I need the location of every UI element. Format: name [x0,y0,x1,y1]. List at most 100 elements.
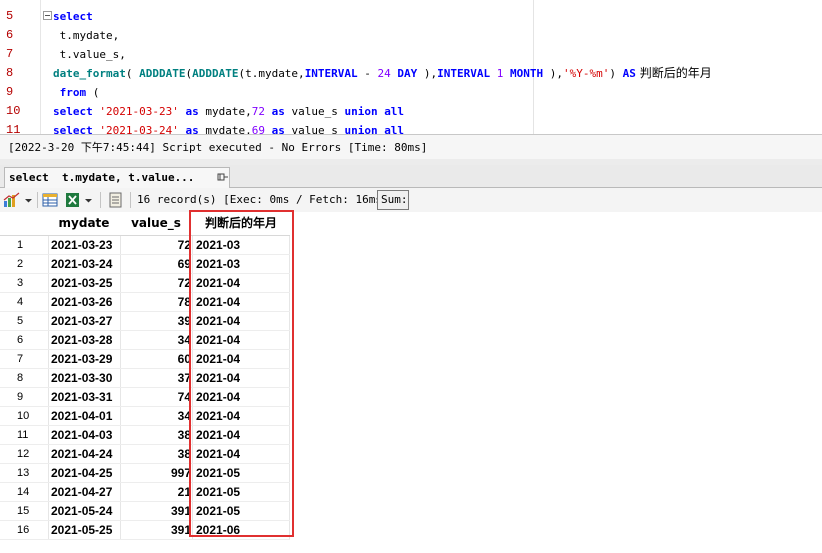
keyword: INTERVAL [437,67,491,80]
function-token: ADDDATE [192,67,239,80]
column-header-mydate[interactable]: mydate [48,212,120,235]
cell-year-month[interactable]: 2021-04 [192,407,290,426]
cell-year-month[interactable]: 2021-04 [192,350,290,369]
cell-year-month[interactable]: 2021-03 [192,236,290,255]
code-line: 6 t.mydate, [0,26,822,45]
table-row[interactable]: 15 2021-05-24 391 2021-05 [0,502,290,521]
table-row[interactable]: 10 2021-04-01 34 2021-04 [0,407,290,426]
grid-view-icon[interactable] [42,192,60,208]
cell-mydate[interactable]: 2021-04-01 [48,407,120,426]
table-row[interactable]: 12 2021-04-24 38 2021-04 [0,445,290,464]
cell-value-s[interactable]: 69 [120,255,192,274]
cell-year-month[interactable]: 2021-03 [192,255,290,274]
keyword: as [185,124,199,134]
row-number: 7 [17,353,24,365]
cell-year-month[interactable]: 2021-05 [192,464,290,483]
cell-year-month[interactable]: 2021-04 [192,426,290,445]
cell-mydate[interactable]: 2021-04-27 [48,483,120,502]
code-token: (t.mydate, [238,67,305,80]
cell-value-s[interactable]: 39 [120,312,192,331]
keyword: INTERVAL [304,67,358,80]
pin-icon[interactable] [217,172,229,182]
cell-value-s[interactable]: 21 [120,483,192,502]
cell-year-month[interactable]: 2021-04 [192,388,290,407]
code-line: 10 select '2021-03-23' as mydate,72 as v… [0,102,822,121]
cell-mydate[interactable]: 2021-04-25 [48,464,120,483]
cell-year-month[interactable]: 2021-04 [192,369,290,388]
cell-mydate[interactable]: 2021-03-25 [48,274,120,293]
cell-mydate[interactable]: 2021-03-23 [48,236,120,255]
table-row[interactable]: 2 2021-03-24 69 2021-03 [0,255,290,274]
cell-year-month[interactable]: 2021-05 [192,502,290,521]
cell-mydate[interactable]: 2021-05-24 [48,502,120,521]
fold-toggle-icon[interactable] [43,11,52,20]
result-grid[interactable]: mydate value_s 判断后的年月 1 2021-03-23 72 20… [0,212,822,553]
chevron-down-icon[interactable] [84,192,93,208]
cell-mydate[interactable]: 2021-05-25 [48,521,120,540]
keyword: select [53,105,93,118]
cell-value-s[interactable]: 38 [120,426,192,445]
sum-button[interactable]: Sum: [377,190,409,210]
chart-icon[interactable] [3,192,21,208]
table-row[interactable]: 3 2021-03-25 72 2021-04 [0,274,290,293]
cell-value-s[interactable]: 60 [120,350,192,369]
table-row[interactable]: 6 2021-03-28 34 2021-04 [0,331,290,350]
cell-year-month[interactable]: 2021-06 [192,521,290,540]
cell-year-month[interactable]: 2021-04 [192,445,290,464]
string-token: '2021-03-23' [99,105,179,118]
cell-year-month[interactable]: 2021-04 [192,331,290,350]
table-row[interactable]: 4 2021-03-26 78 2021-04 [0,293,290,312]
cell-value-s[interactable]: 391 [120,502,192,521]
cell-mydate[interactable]: 2021-03-24 [48,255,120,274]
table-row[interactable]: 5 2021-03-27 39 2021-04 [0,312,290,331]
row-number: 4 [17,296,24,308]
column-header-year-month[interactable]: 判断后的年月 [192,212,290,235]
cell-value-s[interactable]: 391 [120,521,192,540]
row-number: 14 [17,486,30,498]
table-row[interactable]: 9 2021-03-31 74 2021-04 [0,388,290,407]
code-text: t.value_s, [53,48,126,61]
cell-value-s[interactable]: 78 [120,293,192,312]
cell-mydate[interactable]: 2021-03-31 [48,388,120,407]
cell-year-month[interactable]: 2021-04 [192,274,290,293]
keyword: as [271,105,285,118]
table-row[interactable]: 11 2021-04-03 38 2021-04 [0,426,290,445]
column-header-value-s[interactable]: value_s [120,212,192,235]
code-token: ), [543,67,564,80]
table-row[interactable]: 1 2021-03-23 72 2021-03 [0,236,290,255]
cell-mydate[interactable]: 2021-04-24 [48,445,120,464]
cell-mydate[interactable]: 2021-03-30 [48,369,120,388]
cell-value-s[interactable]: 74 [120,388,192,407]
table-row[interactable]: 13 2021-04-25 997 2021-05 [0,464,290,483]
cell-value-s[interactable]: 72 [120,274,192,293]
cell-value-s[interactable]: 72 [120,236,192,255]
result-tab[interactable]: select t.mydate, t.value... [4,167,230,188]
cell-year-month[interactable]: 2021-05 [192,483,290,502]
table-row[interactable]: 14 2021-04-27 21 2021-05 [0,483,290,502]
document-icon[interactable] [108,192,124,208]
cell-mydate[interactable]: 2021-03-29 [48,350,120,369]
row-number: 16 [17,524,30,536]
keyword: AS [622,67,636,80]
cell-value-s[interactable]: 997 [120,464,192,483]
sql-editor[interactable]: 5 select 6 t.mydate, 7 t.value_s, 8 date… [0,0,822,134]
table-row[interactable]: 16 2021-05-25 391 2021-06 [0,521,290,540]
cell-value-s[interactable]: 34 [120,407,192,426]
table-row[interactable]: 7 2021-03-29 60 2021-04 [0,350,290,369]
result-toolbar: 16 record(s) [Exec: 0ms / Fetch: 16ms] S… [0,188,822,213]
cell-value-s[interactable]: 34 [120,331,192,350]
cell-mydate[interactable]: 2021-03-26 [48,293,120,312]
cell-year-month[interactable]: 2021-04 [192,312,290,331]
cell-year-month[interactable]: 2021-04 [192,293,290,312]
cell-mydate[interactable]: 2021-03-27 [48,312,120,331]
export-excel-icon[interactable] [64,192,82,208]
cell-value-s[interactable]: 37 [120,369,192,388]
function-token: ADDDATE [139,67,186,80]
cell-mydate[interactable]: 2021-03-28 [48,331,120,350]
cell-mydate[interactable]: 2021-04-03 [48,426,120,445]
record-count-text: 16 record(s) [Exec: 0ms / Fetch: 16ms] [137,193,389,206]
keyword: DAY [397,67,418,80]
table-row[interactable]: 8 2021-03-30 37 2021-04 [0,369,290,388]
cell-value-s[interactable]: 38 [120,445,192,464]
chevron-down-icon[interactable] [24,192,33,208]
